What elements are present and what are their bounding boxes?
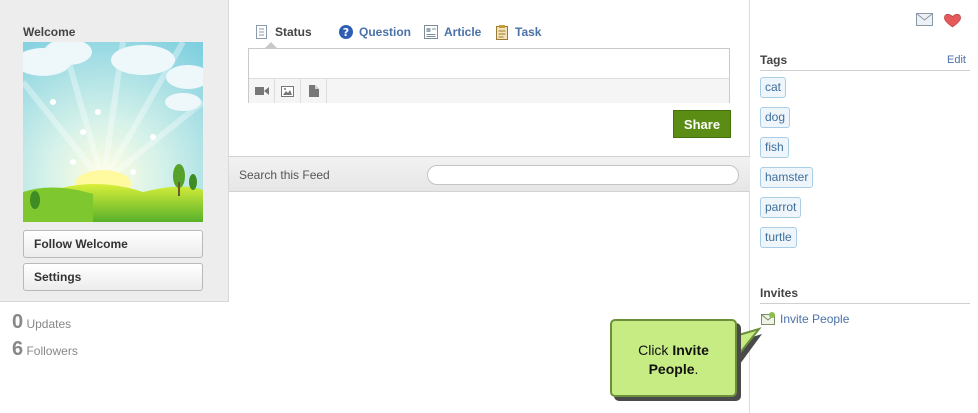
invites-header: Invites <box>760 286 970 304</box>
profile-image <box>23 42 203 222</box>
top-icons <box>916 13 966 29</box>
tab-article[interactable]: Article <box>423 21 481 43</box>
video-icon <box>254 87 269 95</box>
updates-stat[interactable]: 0 Updates <box>12 311 71 334</box>
callout-suffix: . <box>694 361 699 377</box>
profile-title: Welcome <box>23 25 76 39</box>
tab-task[interactable]: Task <box>494 21 541 43</box>
feed-search-input[interactable] <box>427 165 739 185</box>
profile-panel: Welcome Follow Welcome Settings 0 Update… <box>0 0 229 365</box>
attach-file-button[interactable] <box>301 79 327 103</box>
settings-button[interactable]: Settings <box>23 263 203 291</box>
tab-status[interactable]: Status <box>254 21 312 43</box>
callout-text: Click Invite People. <box>610 319 737 397</box>
question-icon: ? <box>339 25 353 39</box>
feed-search-label: Search this Feed <box>239 168 330 182</box>
feed-search-bar: Search this Feed <box>229 156 750 192</box>
callout-prefix: Click <box>638 342 673 358</box>
publisher-box <box>248 48 730 103</box>
status-input[interactable] <box>249 49 729 78</box>
article-icon <box>424 25 438 39</box>
tab-question[interactable]: ? Question <box>338 21 411 43</box>
attachment-bar <box>249 78 729 103</box>
updates-count: 0 <box>12 311 24 333</box>
tag-hamster[interactable]: hamster <box>760 167 814 188</box>
image-icon <box>281 85 294 97</box>
updates-label: Updates <box>26 317 72 331</box>
tags-edit-link[interactable]: Edit <box>947 54 966 66</box>
tag-turtle[interactable]: turtle <box>760 227 797 248</box>
follow-button[interactable]: Follow Welcome <box>23 230 203 258</box>
tab-article-label: Article <box>444 25 482 39</box>
mail-icon[interactable] <box>916 13 933 26</box>
followers-count: 6 <box>12 338 24 360</box>
tab-task-label: Task <box>515 25 542 39</box>
tab-status-label: Status <box>275 25 312 39</box>
tag-dog[interactable]: dog <box>760 107 791 128</box>
heart-icon[interactable] <box>944 13 961 28</box>
attach-video-button[interactable] <box>249 79 275 103</box>
share-button[interactable]: Share <box>673 110 731 138</box>
status-icon <box>256 25 267 39</box>
publisher-tabs: Status ? Question Article Task <box>249 21 729 43</box>
tag-parrot[interactable]: parrot <box>760 197 802 218</box>
invites-title: Invites <box>760 286 799 300</box>
svg-text:?: ? <box>343 26 349 39</box>
tutorial-callout: Click Invite People. <box>610 319 741 401</box>
task-icon <box>496 25 508 40</box>
attach-image-button[interactable] <box>275 79 301 103</box>
invite-people-link[interactable]: Invite People <box>760 311 849 327</box>
file-icon <box>308 85 319 97</box>
sidebar-panel: Tags Edit cat dog fish hamster parrot tu… <box>750 0 978 413</box>
tags-header: Tags Edit <box>760 53 970 71</box>
tag-fish[interactable]: fish <box>760 137 789 158</box>
followers-stat[interactable]: 6 Followers <box>12 338 78 361</box>
tag-cat[interactable]: cat <box>760 77 787 98</box>
profile-stats: 0 Updates 6 Followers <box>0 301 229 365</box>
invite-people-label: Invite People <box>780 312 850 326</box>
followers-label: Followers <box>26 344 78 358</box>
tab-question-label: Question <box>359 25 412 39</box>
tags-title: Tags <box>760 53 788 67</box>
